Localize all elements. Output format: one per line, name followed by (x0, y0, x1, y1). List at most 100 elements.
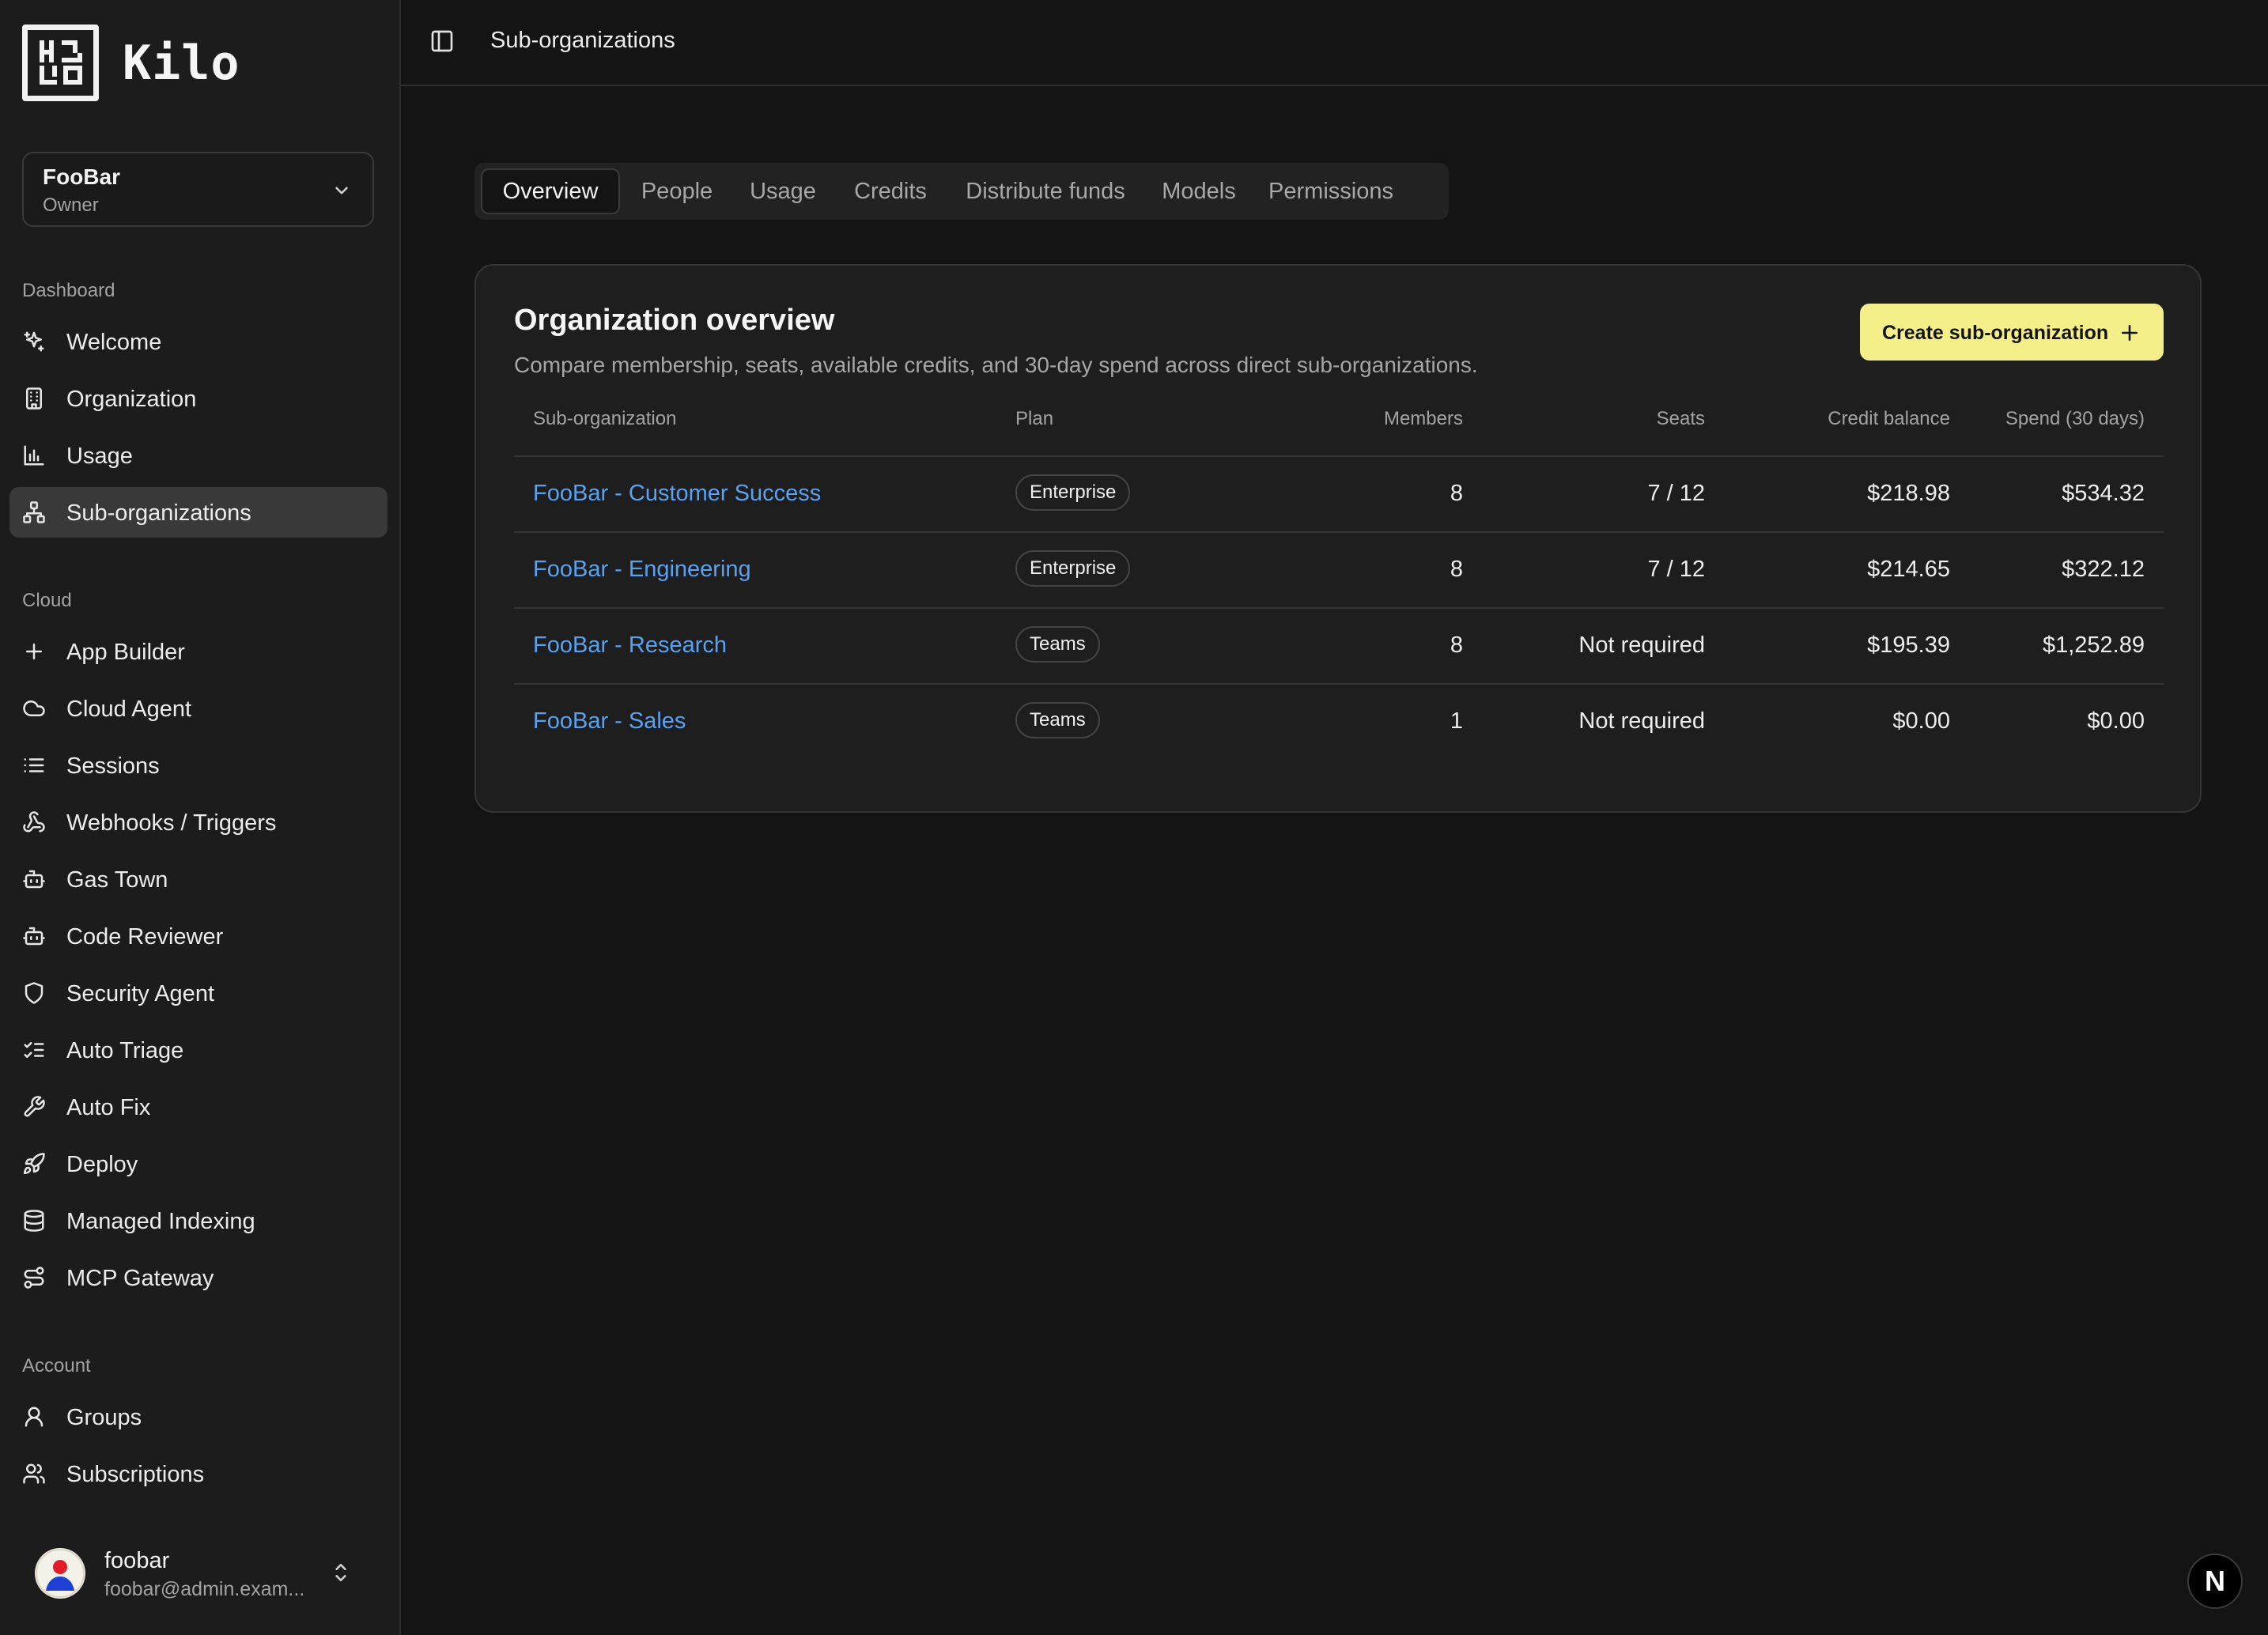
sidebar-item-label: Welcome (66, 330, 162, 355)
tab-people[interactable]: People (631, 168, 723, 214)
tab-bar: Overview People Usage Credits Distribute… (474, 163, 1449, 220)
sidebar-toggle-icon[interactable] (429, 28, 455, 54)
members-count: 8 (1450, 632, 1463, 658)
seats-value: Not required (1578, 632, 1705, 658)
sidebar-item-mcp-gateway[interactable]: MCP Gateway (9, 1252, 387, 1303)
plan-badge: Enterprise (1015, 550, 1131, 587)
user-menu[interactable]: foobar foobar@admin.exam... (35, 1548, 367, 1607)
list-checks-icon (22, 1038, 46, 1062)
members-count: 8 (1450, 557, 1463, 582)
sidebar-item-gas-town[interactable]: Gas Town (9, 854, 387, 904)
members-count: 1 (1450, 708, 1463, 734)
card-title: Organization overview (514, 304, 835, 337)
nav-heading-account: Account (22, 1355, 91, 1376)
sparkles-icon (22, 330, 46, 353)
sidebar-item-groups[interactable]: Groups (9, 1391, 387, 1442)
column-header: Seats (1656, 408, 1705, 429)
tab-permissions[interactable]: Permissions (1261, 168, 1401, 214)
topbar: Sub-organizations (401, 0, 2268, 86)
create-sub-organization-button[interactable]: Create sub-organization (1860, 304, 2164, 361)
column-header: Sub-organization (533, 408, 677, 429)
sidebar-item-code-reviewer[interactable]: Code Reviewer (9, 911, 387, 961)
sidebar-item-label: Webhooks / Triggers (66, 810, 277, 836)
organization-overview-card: Organization overview Compare membership… (474, 264, 2202, 813)
sidebar-item-label: Sessions (66, 753, 160, 779)
sub-organization-link[interactable]: FooBar - Sales (533, 708, 686, 734)
tab-usage[interactable]: Usage (739, 168, 827, 214)
nav-heading-cloud: Cloud (22, 590, 72, 611)
plus-icon (2119, 323, 2140, 343)
dev-tools-badge[interactable]: N (2187, 1554, 2243, 1609)
user-name: foobar (104, 1548, 170, 1573)
sidebar-item-deploy[interactable]: Deploy (9, 1138, 387, 1189)
sidebar-item-organization[interactable]: Organization (9, 373, 387, 424)
sidebar-item-label: Subscriptions (66, 1462, 205, 1487)
sidebar-item-label: Managed Indexing (66, 1209, 255, 1234)
seats-value: 7 / 12 (1647, 557, 1705, 582)
table-row: FooBar - Engineering Enterprise 8 7 / 12… (514, 533, 2164, 609)
webhook-icon (22, 810, 46, 834)
sidebar-item-app-builder[interactable]: App Builder (9, 626, 387, 677)
tab-credits[interactable]: Credits (843, 168, 938, 214)
cloud-icon (22, 697, 46, 720)
sidebar-item-label: Deploy (66, 1152, 138, 1177)
sidebar-item-cloud-agent[interactable]: Cloud Agent (9, 683, 387, 734)
sidebar-item-sessions[interactable]: Sessions (9, 740, 387, 791)
seats-value: Not required (1578, 708, 1705, 734)
shield-icon (22, 981, 46, 1005)
sidebar-item-label: Organization (66, 387, 197, 412)
plan-badge: Teams (1015, 702, 1100, 738)
sidebar-item-security-agent[interactable]: Security Agent (9, 968, 387, 1018)
tab-models[interactable]: Models (1153, 168, 1245, 214)
sidebar-item-label: Auto Fix (66, 1095, 151, 1120)
sidebar-item-label: Groups (66, 1405, 142, 1430)
sidebar-item-label: Auto Triage (66, 1038, 184, 1063)
sidebar-item-label: Usage (66, 444, 133, 469)
rocket-icon (22, 1152, 46, 1176)
bar-chart-icon (22, 444, 46, 467)
sidebar: Kilo FooBar Owner Dashboard Welcome Orga… (0, 0, 401, 1635)
network-icon (22, 500, 46, 524)
credit-balance: $214.65 (1867, 557, 1950, 582)
spend-30-days: $322.12 (2062, 557, 2145, 582)
seats-value: 7 / 12 (1647, 481, 1705, 506)
brand-name: Kilo (123, 35, 240, 91)
sidebar-item-subscriptions[interactable]: Subscriptions (9, 1448, 387, 1499)
nav-heading-dashboard: Dashboard (22, 280, 115, 301)
sidebar-item-label: Gas Town (66, 867, 168, 893)
tab-overview[interactable]: Overview (481, 168, 620, 214)
sub-organization-link[interactable]: FooBar - Engineering (533, 557, 751, 583)
sidebar-item-usage[interactable]: Usage (9, 430, 387, 481)
org-switcher[interactable]: FooBar Owner (22, 152, 374, 227)
sidebar-item-webhooks[interactable]: Webhooks / Triggers (9, 797, 387, 848)
bot-icon (22, 924, 46, 948)
user-icon (22, 1405, 46, 1429)
user-email: foobar@admin.exam... (104, 1578, 305, 1600)
app-root: Kilo FooBar Owner Dashboard Welcome Orga… (0, 0, 2268, 1635)
sub-organization-link[interactable]: FooBar - Research (533, 632, 727, 659)
sidebar-item-managed-indexing[interactable]: Managed Indexing (9, 1195, 387, 1246)
card-subtitle: Compare membership, seats, available cre… (514, 353, 1478, 377)
plus-icon (22, 640, 46, 663)
create-button-label: Create sub-organization (1882, 322, 2109, 344)
table-row: FooBar - Sales Teams 1 Not required $0.0… (514, 685, 2164, 761)
sidebar-item-welcome[interactable]: Welcome (9, 316, 387, 367)
members-count: 8 (1450, 481, 1463, 506)
column-header: Members (1383, 408, 1463, 429)
sub-organization-link[interactable]: FooBar - Customer Success (533, 481, 821, 507)
spend-30-days: $1,252.89 (2042, 632, 2145, 658)
tab-distribute-funds[interactable]: Distribute funds (954, 168, 1137, 214)
sidebar-item-auto-triage[interactable]: Auto Triage (9, 1025, 387, 1075)
credit-balance: $0.00 (1892, 708, 1950, 734)
spend-30-days: $534.32 (2062, 481, 2145, 506)
credit-balance: $195.39 (1867, 632, 1950, 658)
sidebar-item-auto-fix[interactable]: Auto Fix (9, 1082, 387, 1132)
sidebar-item-label: MCP Gateway (66, 1266, 214, 1291)
users-icon (22, 1462, 46, 1486)
bot-icon (22, 867, 46, 891)
brand[interactable]: Kilo (22, 25, 240, 101)
sidebar-item-sub-organizations[interactable]: Sub-organizations (9, 487, 387, 538)
chevron-down-icon (331, 180, 352, 201)
sidebar-item-label: Security Agent (66, 981, 214, 1006)
route-icon (22, 1266, 46, 1289)
